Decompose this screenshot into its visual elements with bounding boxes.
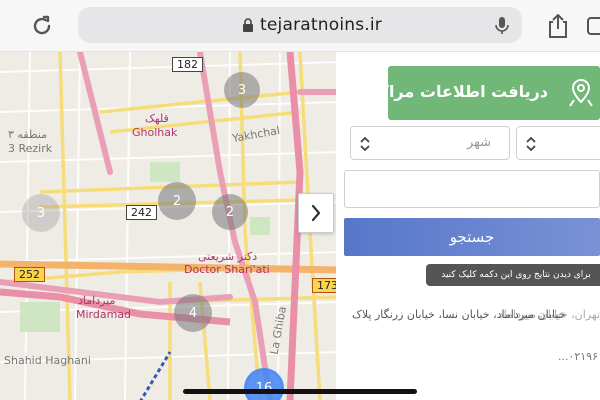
search-text-input[interactable] bbox=[344, 170, 600, 208]
city-select[interactable]: شهر bbox=[350, 126, 510, 160]
location-pin-icon bbox=[564, 76, 598, 110]
chevron-right-icon bbox=[311, 204, 321, 222]
map-cluster-marker[interactable]: 2 bbox=[158, 182, 196, 220]
chevron-updown-icon bbox=[359, 136, 371, 152]
microphone-icon[interactable] bbox=[492, 15, 512, 35]
browser-toolbar: tejaratnoins.ir bbox=[0, 0, 600, 52]
map-cluster-marker[interactable]: 2 bbox=[212, 194, 248, 230]
home-indicator[interactable] bbox=[183, 389, 417, 394]
map-label-district3-fa: منطقه ۳ bbox=[8, 128, 48, 141]
map-label-shahid-haghani: Shahid Haghani bbox=[4, 354, 91, 367]
tabs-icon[interactable] bbox=[586, 12, 600, 38]
chevron-updown-icon bbox=[525, 136, 537, 152]
url-text: tejaratnoins.ir bbox=[260, 15, 382, 35]
map-label-shariati-en: Doctor Shari'ati bbox=[184, 263, 270, 276]
map-label-district3-en: 3 Rezirk bbox=[8, 142, 53, 155]
road-shield-252: 252 bbox=[14, 267, 45, 282]
map-label-shariati-fa: دکتر شریعتی bbox=[198, 250, 258, 263]
map-cluster-marker[interactable]: 3 bbox=[22, 194, 60, 232]
lock-icon bbox=[240, 17, 256, 33]
search-tooltip: برای دیدن نتایج روی این دکمه کلیک کنید bbox=[426, 264, 600, 286]
reload-icon[interactable] bbox=[26, 10, 58, 42]
banner-title: دریافت اطلاعات مراکز درمان bbox=[336, 82, 548, 101]
panel-toggle-button[interactable] bbox=[298, 193, 334, 233]
address-text: خیابان میرداماد، خیابان نسا، خیابان زرنگ… bbox=[352, 308, 566, 321]
road-shield-182: 182 bbox=[172, 57, 203, 72]
search-panel: دریافت اطلاعات مراکز درمان شهر جستجو برا… bbox=[336, 52, 600, 400]
map-cluster-marker[interactable]: 3 bbox=[224, 72, 260, 108]
map-label-mirdamad-fa: میرداماد bbox=[78, 294, 116, 307]
info-banner: دریافت اطلاعات مراکز درمان bbox=[336, 66, 600, 120]
map-cluster-marker[interactable]: 4 bbox=[174, 294, 212, 332]
search-button[interactable]: جستجو bbox=[344, 218, 600, 256]
road-shield-242: 242 bbox=[126, 205, 157, 220]
map-label-gholhak-fa: قلهک bbox=[145, 112, 169, 125]
map-view[interactable]: 182 242 252 173 قلهک Gholhak منطقه ۳ 3 R… bbox=[0, 52, 340, 400]
province-select[interactable] bbox=[516, 126, 600, 160]
phone-text: ۰۲۱۹۶... bbox=[557, 350, 598, 363]
map-label-mirdamad-en: Mirdamad bbox=[76, 308, 132, 321]
map-cluster-marker[interactable]: 16 bbox=[244, 368, 284, 400]
address-bar[interactable]: tejaratnoins.ir bbox=[78, 7, 522, 43]
share-icon[interactable] bbox=[542, 10, 574, 42]
map-label-gholhak-en: Gholhak bbox=[132, 126, 178, 139]
city-select-value: شهر bbox=[466, 135, 491, 150]
